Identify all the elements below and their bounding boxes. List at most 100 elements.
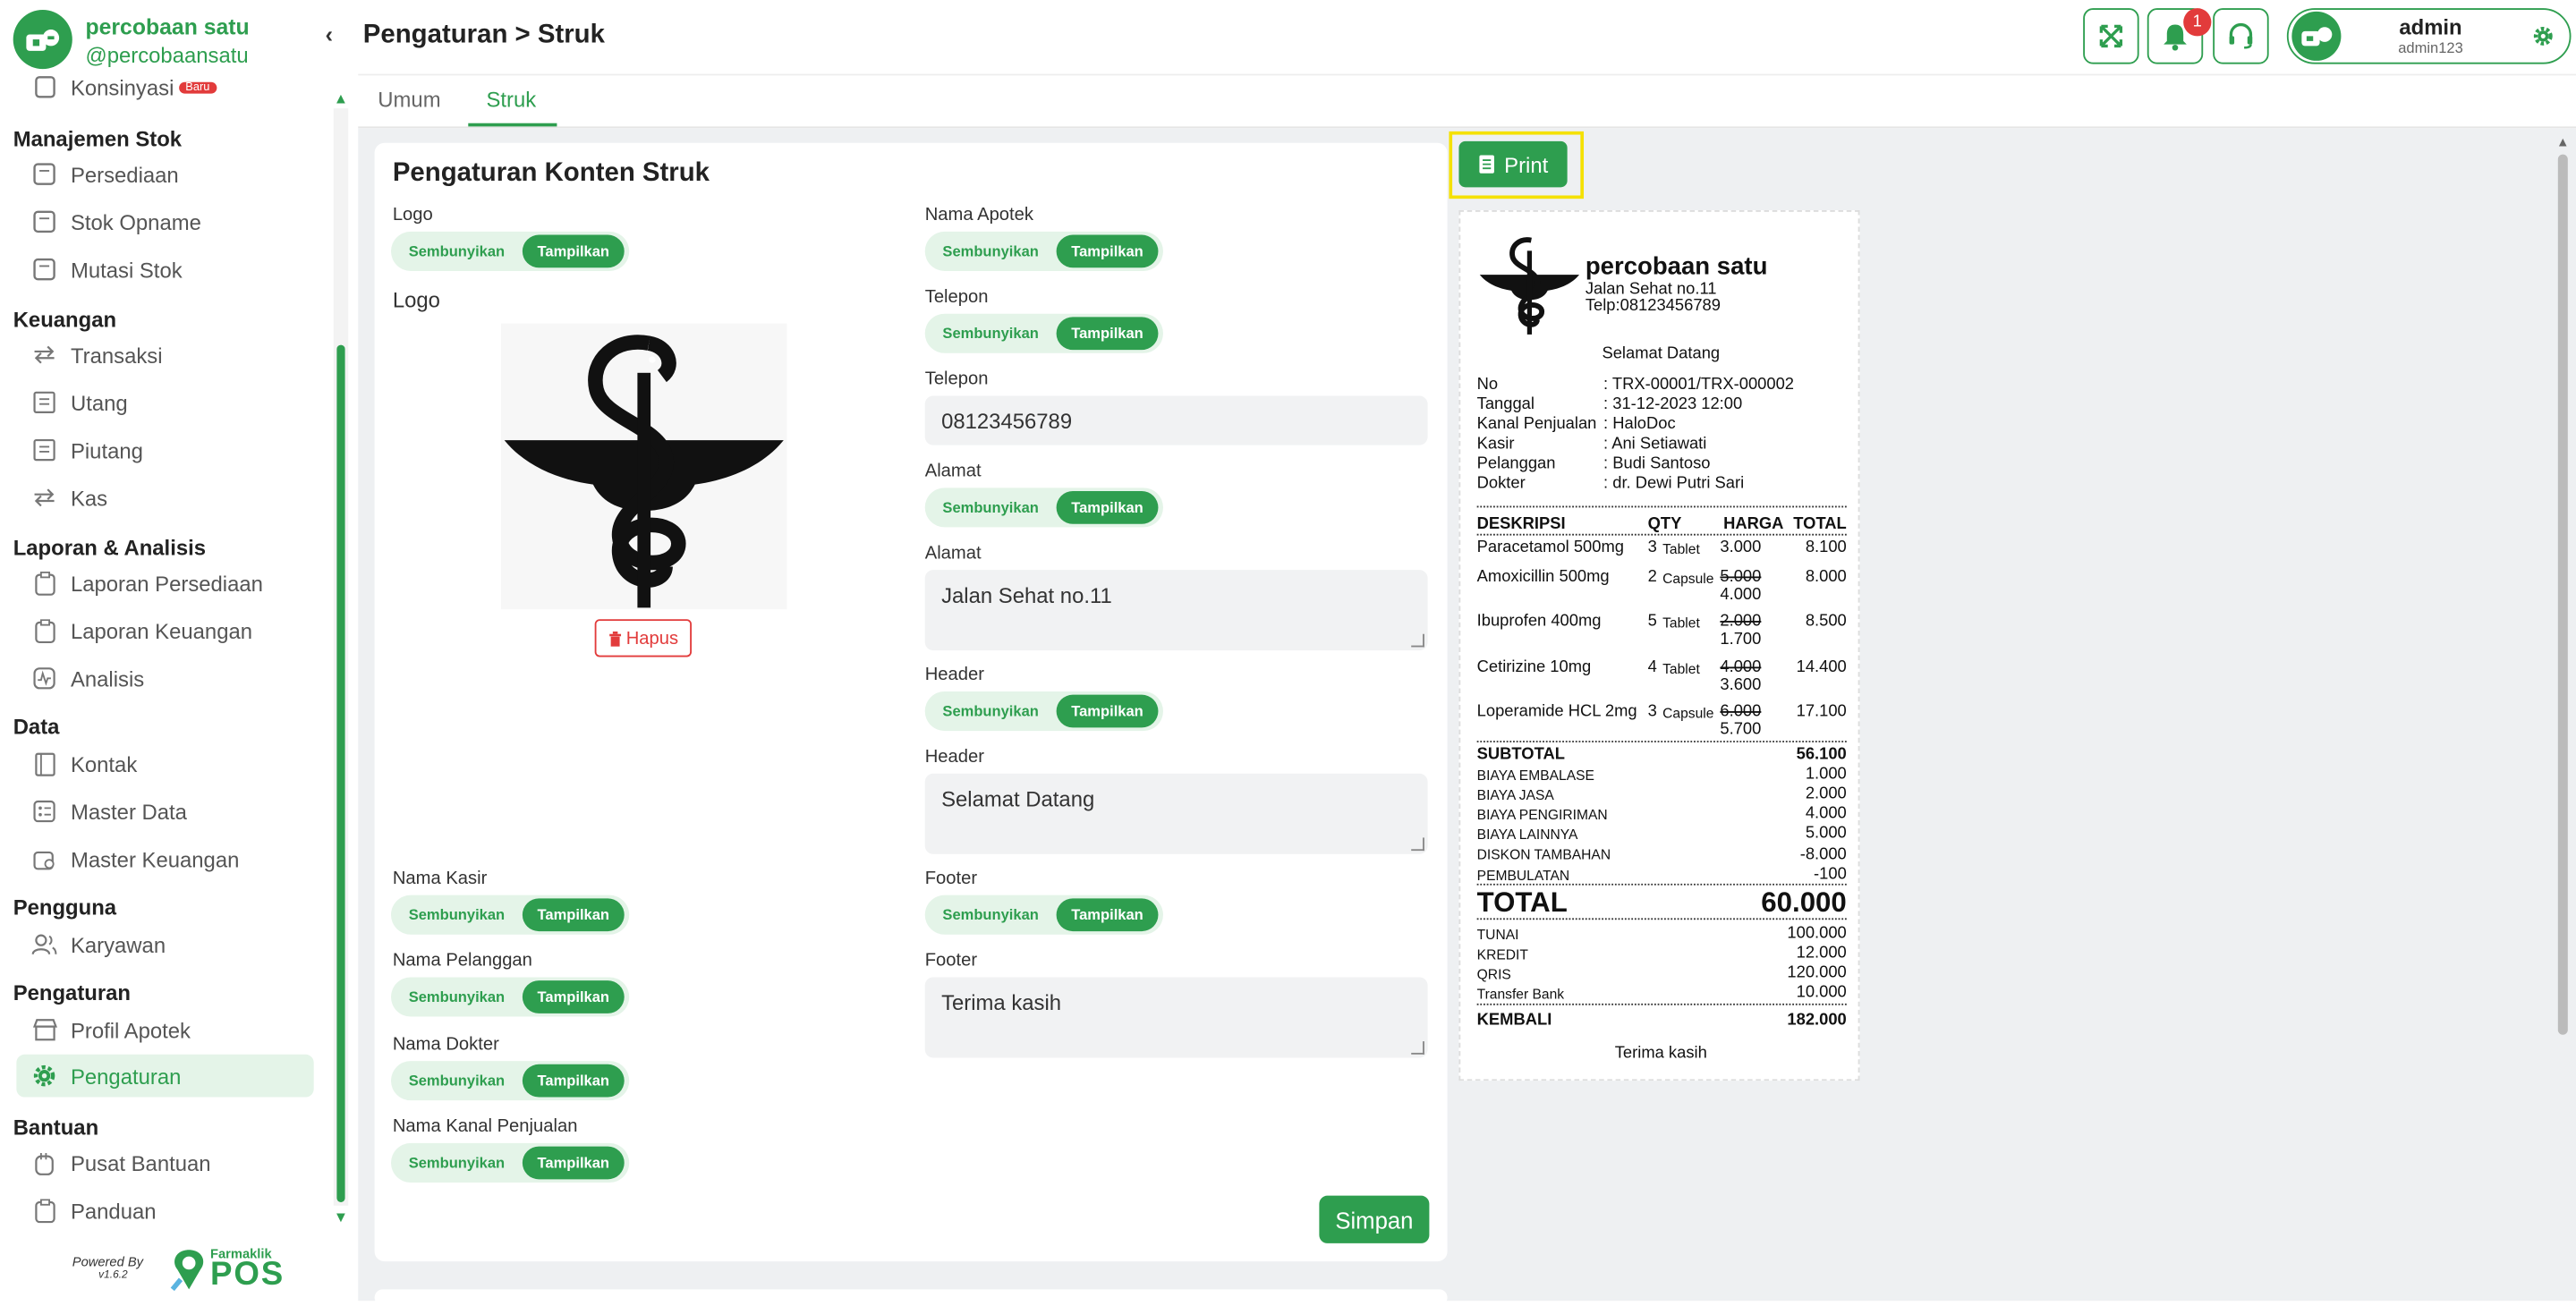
meta-value: : Ani Setiawati (1603, 435, 1707, 454)
sidebar-item-profil-apotek[interactable]: Profil Apotek (16, 1008, 313, 1051)
item-total: 17.100 (1796, 702, 1847, 722)
sidebar-item-mutasi-stok[interactable]: Mutasi Stok (16, 248, 313, 291)
toggle-hide-option[interactable]: Sembunyikan (391, 977, 523, 1016)
toggle-show-option[interactable]: Tampilkan (1056, 490, 1159, 524)
resize-handle-icon[interactable] (1411, 837, 1424, 852)
support-button[interactable] (2213, 8, 2269, 64)
alamat-textarea[interactable]: Jalan Sehat no.11 (924, 570, 1428, 651)
payment-value: 12.000 (1796, 944, 1847, 963)
footer-visibility-toggle[interactable]: Sembunyikan Tampilkan (924, 895, 1163, 935)
header-visibility-toggle[interactable]: Sembunyikan Tampilkan (924, 691, 1163, 732)
sidebar-item-konsinyasi[interactable]: Konsinyasi Baru (16, 72, 313, 102)
scroll-up-arrow-icon[interactable]: ▲ (334, 90, 348, 106)
pelanggan-visibility-toggle[interactable]: Sembunyikan Tampilkan (390, 977, 630, 1017)
toggle-hide-option[interactable]: Sembunyikan (391, 1061, 523, 1100)
logo-visibility-toggle[interactable]: Sembunyikan Tampilkan (390, 231, 630, 271)
toggle-show-option[interactable]: Tampilkan (1056, 234, 1159, 268)
fullscreen-button[interactable] (2083, 8, 2139, 64)
sidebar-item-master-data[interactable]: Master Data (16, 790, 313, 833)
sidebar-item-analisis[interactable]: Analisis (16, 657, 313, 700)
item-name: Cetirizine 10mg (1476, 658, 1592, 677)
sidebar-item-laporan-keuangan[interactable]: Laporan Keuangan (16, 609, 313, 652)
toggle-hide-option[interactable]: Sembunyikan (925, 232, 1057, 271)
toggle-show-option[interactable]: Tampilkan (522, 980, 625, 1013)
page-title: Pengaturan > Struk (362, 21, 605, 50)
payment-value: 10.000 (1796, 983, 1847, 1003)
toggle-hide-option[interactable]: Sembunyikan (391, 232, 523, 271)
section-title-pengguna: Pengguna (13, 895, 117, 920)
cash-flow-icon (31, 485, 57, 511)
col-harga: HARGA (1723, 515, 1784, 534)
toggle-show-option[interactable]: Tampilkan (522, 898, 625, 932)
header-textarea[interactable]: Selamat Datang (924, 773, 1428, 854)
sidebar-item-panduan[interactable]: Panduan (16, 1189, 313, 1232)
wallet-icon (31, 846, 57, 872)
toggle-hide-option[interactable]: Sembunyikan (391, 1143, 523, 1183)
sidebar-item-label: Kontak (70, 751, 138, 776)
footer-toggle-label: Footer (924, 869, 978, 889)
kanal-visibility-toggle[interactable]: Sembunyikan Tampilkan (390, 1142, 630, 1183)
item-price: 5.700 (1720, 721, 1762, 740)
sidebar-scrollbar-thumb[interactable] (336, 344, 345, 1203)
tab-umum[interactable]: Umum (378, 87, 440, 112)
toggle-hide-option[interactable]: Sembunyikan (925, 314, 1057, 353)
tab-struk[interactable]: Struk (486, 87, 536, 112)
toggle-show-option[interactable]: Tampilkan (1056, 898, 1159, 932)
sidebar-item-piutang[interactable]: Piutang (16, 428, 313, 471)
toggle-show-option[interactable]: Tampilkan (522, 1064, 625, 1098)
toggle-hide-option[interactable]: Sembunyikan (391, 895, 523, 935)
sidebar-item-kontak[interactable]: Kontak (16, 742, 313, 785)
collapse-sidebar-icon[interactable]: ‹ (326, 21, 334, 47)
sidebar-item-karyawan[interactable]: Karyawan (16, 923, 313, 966)
user-menu[interactable]: admin admin123 (2286, 8, 2572, 64)
dokter-visibility-toggle[interactable]: Sembunyikan Tampilkan (390, 1061, 630, 1101)
sidebar-item-persediaan[interactable]: Persediaan (16, 153, 313, 196)
telepon-visibility-toggle[interactable]: Sembunyikan Tampilkan (924, 313, 1163, 353)
content-scrollbar[interactable]: ▲ (2553, 131, 2572, 1301)
kasir-visibility-toggle[interactable]: Sembunyikan Tampilkan (390, 895, 630, 935)
scroll-down-arrow-icon[interactable]: ▼ (334, 1208, 348, 1225)
toggle-show-option[interactable]: Tampilkan (522, 1146, 625, 1180)
toggle-hide-option[interactable]: Sembunyikan (925, 488, 1057, 527)
sidebar-item-stok-opname[interactable]: Stok Opname (16, 200, 313, 243)
col-qty: QTY (1647, 515, 1682, 534)
content-scrollbar-thumb[interactable] (2557, 154, 2568, 1035)
meta-label: Kanal Penjualan (1476, 415, 1597, 434)
save-button[interactable]: Simpan (1319, 1195, 1430, 1243)
resize-handle-icon[interactable] (1411, 633, 1424, 648)
sidebar-item-utang[interactable]: Utang (16, 381, 313, 424)
analytics-icon (31, 666, 57, 691)
sidebar-item-master-keuangan[interactable]: Master Keuangan (16, 837, 313, 880)
sidebar-item-transaksi[interactable]: Transaksi (16, 334, 313, 377)
dotted-divider (1476, 505, 1847, 508)
delete-logo-button[interactable]: Hapus (594, 619, 692, 657)
telepon-input[interactable]: 08123456789 (924, 395, 1428, 445)
scroll-up-arrow-icon[interactable]: ▲ (2556, 135, 2570, 150)
meta-label: Kasir (1476, 435, 1515, 454)
charge-label: PEMBULATAN (1476, 867, 1570, 884)
toggle-show-option[interactable]: Tampilkan (522, 234, 625, 268)
alamat-visibility-toggle[interactable]: Sembunyikan Tampilkan (924, 488, 1163, 528)
toggle-hide-option[interactable]: Sembunyikan (925, 691, 1057, 731)
sidebar-item-pusat-bantuan[interactable]: Pusat Bantuan (16, 1141, 313, 1184)
footer-value: Terima kasih (941, 990, 1062, 1015)
resize-handle-icon[interactable] (1411, 1041, 1424, 1055)
sidebar-item-label: Panduan (70, 1198, 157, 1223)
apotek-label: Nama Apotek (924, 205, 1033, 225)
user-settings-gear-icon[interactable] (2531, 25, 2555, 48)
settings-gear-icon (31, 1063, 57, 1089)
print-button[interactable]: Print (1458, 140, 1568, 188)
section-title-pengaturan: Pengaturan (13, 980, 131, 1005)
sidebar-item-kas[interactable]: Kas (16, 476, 313, 519)
toggle-show-option[interactable]: Tampilkan (1056, 694, 1159, 728)
apotek-visibility-toggle[interactable]: Sembunyikan Tampilkan (924, 231, 1163, 271)
col-total: TOTAL (1793, 515, 1847, 534)
sidebar-item-laporan-persediaan[interactable]: Laporan Persediaan (16, 562, 313, 605)
expand-arrows-icon (2099, 24, 2123, 48)
toggle-hide-option[interactable]: Sembunyikan (925, 895, 1057, 935)
sidebar-item-pengaturan[interactable]: Pengaturan (16, 1054, 314, 1098)
receipt-settings-card: Pengaturan Konten Struk Logo Sembunyikan… (374, 142, 1448, 1262)
toggle-show-option[interactable]: Tampilkan (1056, 317, 1159, 351)
new-badge: Baru (178, 81, 217, 93)
footer-textarea[interactable]: Terima kasih (924, 977, 1428, 1058)
